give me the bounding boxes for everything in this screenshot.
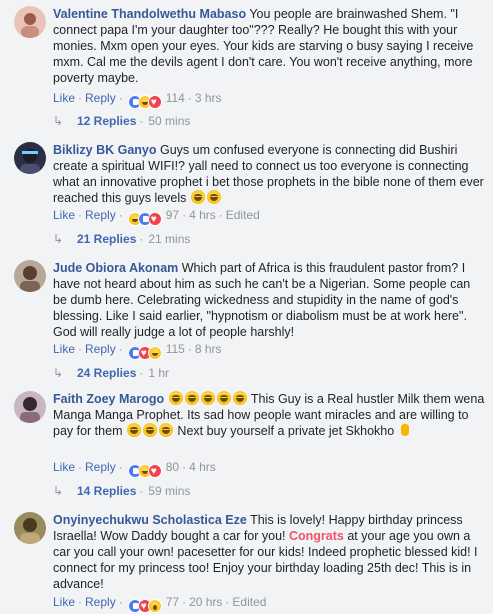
comment-body: Biklizy BK Ganyo Guys um confused everyo…: [53, 142, 485, 206]
laughing-emoji-icon: [216, 391, 231, 405]
like-button[interactable]: Like: [53, 91, 75, 105]
laughing-emoji-icon: [168, 391, 183, 405]
reply-button[interactable]: Reply: [85, 595, 116, 609]
highlighted-keyword: Congrats: [289, 529, 344, 543]
replies-time: 59 mins: [148, 484, 191, 498]
comment-time[interactable]: 3 hrs: [195, 91, 222, 105]
comment-text-continued: Next buy yourself a private jet Skhokho: [173, 424, 395, 438]
comment-author[interactable]: Jude Obiora Akonam: [53, 261, 178, 275]
comment-author[interactable]: Faith Zoey Marogo: [53, 392, 164, 406]
laughing-emoji-icon: [142, 423, 157, 437]
replies-link[interactable]: ↳ 24 Replies · 1 hr: [53, 365, 169, 381]
comment-body: Valentine Thandolwethu Mabaso You people…: [53, 6, 485, 86]
replies-count[interactable]: 12 Replies: [77, 114, 136, 128]
reply-button[interactable]: Reply: [85, 342, 116, 356]
reactions-summary[interactable]: [127, 462, 162, 480]
avatar[interactable]: [14, 142, 46, 174]
comment-actions: Like·Reply·115·8 hrs: [53, 341, 222, 362]
replies-link[interactable]: ↳ 12 Replies · 50 mins: [53, 113, 190, 129]
comment-actions: Like·Reply·80·4 hrs: [53, 459, 216, 480]
reply-button[interactable]: Reply: [85, 460, 116, 474]
replies-link[interactable]: ↳ 21 Replies · 21 mins: [53, 231, 190, 247]
reaction-count: 114: [165, 91, 185, 105]
replies-time: 50 mins: [148, 114, 191, 128]
like-button[interactable]: Like: [53, 208, 75, 222]
avatar[interactable]: [14, 391, 46, 423]
comment-time[interactable]: 4 hrs: [189, 460, 216, 474]
comment-time[interactable]: 4 hrs: [189, 208, 216, 222]
reactions-summary[interactable]: [127, 210, 162, 228]
love-reaction-icon: [147, 94, 162, 111]
reply-arrow-icon: ↳: [53, 366, 64, 380]
edited-label[interactable]: Edited: [226, 208, 260, 222]
comment-author[interactable]: Valentine Thandolwethu Mabaso: [53, 7, 246, 21]
reactions-summary[interactable]: [127, 597, 162, 614]
love-reaction-icon: [147, 211, 162, 228]
laughing-emoji-icon: [206, 190, 221, 204]
replies-link[interactable]: ↳ 14 Replies · 59 mins: [53, 483, 190, 499]
comment-actions: Like·Reply·97·4 hrs·Edited: [53, 207, 260, 228]
comment-author[interactable]: Onyinyechukwu Scholastica Eze: [53, 513, 247, 527]
avatar[interactable]: [14, 512, 46, 544]
haha-reaction-icon: [147, 345, 162, 360]
laughing-emoji-icon: [126, 423, 141, 437]
laughing-emoji-icon: [232, 391, 247, 405]
reaction-count: 115: [165, 342, 185, 356]
comment-actions: Like·Reply·114·3 hrs: [53, 90, 222, 111]
replies-time: 21 mins: [148, 232, 191, 246]
reply-button[interactable]: Reply: [85, 208, 116, 222]
laughing-emoji-icon: [200, 391, 215, 405]
reply-arrow-icon: ↳: [53, 114, 64, 128]
reaction-count: 80: [165, 460, 180, 474]
reply-arrow-icon: ↳: [53, 232, 64, 246]
laughing-emoji-icon: [184, 391, 199, 405]
comment-author[interactable]: Biklizy BK Ganyo: [53, 143, 157, 157]
reply-button[interactable]: Reply: [85, 91, 116, 105]
like-button[interactable]: Like: [53, 460, 75, 474]
reactions-summary[interactable]: [127, 344, 162, 362]
edited-label[interactable]: Edited: [232, 595, 266, 609]
replies-count[interactable]: 21 Replies: [77, 232, 136, 246]
laughing-emoji-icon: [190, 190, 205, 204]
replies-time: 1 hr: [148, 366, 170, 380]
avatar[interactable]: [14, 260, 46, 292]
love-reaction-icon: [147, 463, 162, 480]
comment-body: Jude Obiora Akonam Which part of Africa …: [53, 260, 485, 340]
comment-feed: Valentine Thandolwethu Mabaso You people…: [0, 0, 493, 614]
like-button[interactable]: Like: [53, 595, 75, 609]
comment-body: Faith Zoey Marogo This Guy is a Real hus…: [53, 391, 485, 439]
wow-reaction-icon: [147, 598, 162, 613]
avatar[interactable]: [14, 6, 46, 38]
reply-arrow-icon: ↳: [53, 484, 64, 498]
replies-count[interactable]: 24 Replies: [77, 366, 136, 380]
reaction-count: 77: [165, 595, 180, 609]
raised-hand-emoji-icon: [399, 423, 411, 437]
comment-body: Onyinyechukwu Scholastica Eze This is lo…: [53, 512, 485, 592]
reaction-count: 97: [165, 208, 180, 222]
like-button[interactable]: Like: [53, 342, 75, 356]
comment-actions: Like·Reply·77·20 hrs·Edited: [53, 594, 266, 614]
laughing-emoji-icon: [158, 423, 173, 437]
comment-time[interactable]: 8 hrs: [195, 342, 222, 356]
comment-time[interactable]: 20 hrs: [189, 595, 222, 609]
replies-count[interactable]: 14 Replies: [77, 484, 136, 498]
reactions-summary[interactable]: [127, 93, 162, 111]
